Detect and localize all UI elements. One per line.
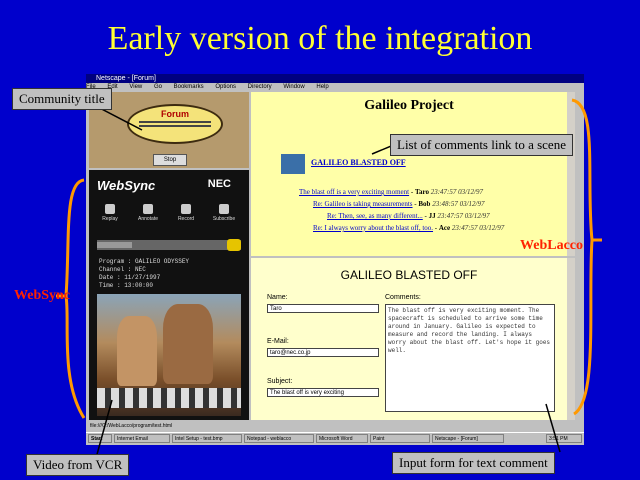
comment-author: Bob — [418, 200, 431, 208]
taskbar-item[interactable]: Paint — [370, 434, 430, 443]
taskbar-item[interactable]: Intel Setup - test.bmp — [172, 434, 242, 443]
comment-list-scrollbar[interactable] — [567, 92, 575, 256]
comment-link[interactable]: Re: Then, see, as many different... — [327, 212, 423, 220]
program-info-line: Channel : NEC — [99, 266, 146, 273]
record-button[interactable]: Record — [173, 204, 199, 222]
comment-date: 23:47:57 03/12/97 — [430, 188, 484, 196]
menu-view[interactable]: View — [129, 84, 142, 90]
websync-logo: WebSync NEC — [97, 178, 241, 194]
video-person — [117, 316, 157, 386]
program-info-line: Program : GALILEO ODYSSEY — [99, 258, 190, 265]
comments-label: Comments: — [385, 294, 421, 301]
annotate-label: Annotate — [137, 216, 159, 222]
replay-label: Replay — [102, 216, 118, 222]
annotate-button[interactable]: Annotate — [135, 204, 161, 222]
callout-input-form: Input form for text comment — [392, 452, 555, 474]
comment-item: The blast off is a very exciting moment … — [299, 188, 484, 196]
comment-form-frame: GALILEO BLASTED OFF Name: Taro E-Mail: t… — [251, 258, 575, 420]
email-field[interactable]: taro@nec.co.jp — [267, 348, 379, 357]
slide-title: Early version of the integration — [107, 20, 533, 57]
taskbar-item-active[interactable]: Netscape - [Forum] — [432, 434, 504, 443]
program-info-line: Time : 13:00:00 — [99, 282, 154, 289]
video-frame[interactable] — [97, 294, 241, 416]
comment-date: 23:47:57 03/12/97 — [437, 212, 490, 220]
subject-field[interactable]: The blast off is very exciting — [267, 388, 379, 397]
menu-directory[interactable]: Directory — [248, 84, 272, 90]
replay-button[interactable]: Replay — [97, 204, 123, 222]
comment-item: Re: Galileo is taking measurements - Bob… — [313, 200, 485, 208]
comment-link[interactable]: Re: Galileo is taking measurements — [313, 200, 413, 208]
menu-go[interactable]: Go — [154, 84, 162, 90]
callout-comments-link: List of comments link to a scene — [390, 134, 573, 156]
subscribe-label: Subscribe — [212, 216, 236, 222]
forum-logo-text: Forum — [161, 109, 189, 119]
comment-author: Taro — [414, 188, 429, 196]
taskbar-item[interactable]: Notepad - weblacco — [244, 434, 314, 443]
browser-window: Netscape - [Forum] File Edit View Go Boo… — [86, 74, 584, 445]
playback-slider-knob[interactable] — [227, 239, 241, 251]
comment-link[interactable]: Re: I always worry about the blast off, … — [313, 224, 433, 232]
subject-label: Subject: — [267, 378, 293, 385]
comment-form-scrollbar[interactable] — [567, 258, 575, 420]
name-field[interactable]: Taro — [267, 304, 379, 313]
menu-bookmarks[interactable]: Bookmarks — [174, 84, 204, 90]
comment-author: Ace — [438, 224, 451, 232]
topic-thumbnail-icon[interactable] — [281, 154, 305, 174]
forum-logo[interactable]: Forum — [127, 104, 223, 144]
callout-community-title: Community title — [12, 88, 112, 110]
comment-date: 23:48:57 03/12/97 — [432, 200, 485, 208]
menu-help[interactable]: Help — [316, 84, 328, 90]
topic-link[interactable]: GALILEO BLASTED OFF — [311, 158, 406, 167]
taskbar-item[interactable]: Microsoft Word — [316, 434, 368, 443]
taskbar: Start Internet Email Intel Setup - test.… — [86, 432, 584, 445]
weblacco-label: WebLacco — [520, 238, 583, 253]
subscribe-icon — [219, 204, 229, 214]
annotate-icon — [143, 204, 153, 214]
email-label: E-Mail: — [267, 338, 289, 345]
menu-window[interactable]: Window — [283, 84, 304, 90]
stop-button[interactable]: Stop — [153, 154, 187, 166]
menu-bar: File Edit View Go Bookmarks Options Dire… — [86, 83, 584, 92]
program-info: Program : GALILEO ODYSSEY Channel : NEC … — [99, 258, 239, 290]
comment-list-frame: Galileo Project GALILEO BLASTED OFF The … — [251, 92, 575, 256]
comments-textarea[interactable]: The blast off is very exciting moment. T… — [385, 304, 555, 412]
comment-date: 23:47:57 03/12/97 — [451, 224, 505, 232]
video-railing — [97, 388, 241, 408]
record-label: Record — [177, 216, 195, 222]
comment-item: Re: Then, see, as many different... - JJ… — [327, 212, 490, 220]
record-icon — [181, 204, 191, 214]
program-info-line: Date : 11/27/1997 — [99, 274, 161, 281]
playback-slider[interactable] — [97, 239, 241, 251]
comment-link[interactable]: The blast off is a very exciting moment — [299, 188, 409, 196]
playback-slider-fill — [97, 242, 132, 248]
galileo-heading: Galileo Project — [364, 98, 454, 113]
status-bar: file:///C:/WebLacco/program/test.html — [86, 422, 584, 431]
menu-options[interactable]: Options — [215, 84, 236, 90]
start-button[interactable]: Start — [88, 434, 112, 443]
video-person — [163, 304, 213, 384]
form-heading: GALILEO BLASTED OFF — [340, 268, 478, 282]
websync-toolbar: Replay Annotate Record Subscribe — [97, 204, 241, 226]
taskbar-clock: 3:51 PM — [546, 434, 582, 443]
nec-logo: NEC — [207, 178, 231, 190]
subscribe-button[interactable]: Subscribe — [211, 204, 237, 222]
window-titlebar: Netscape - [Forum] — [86, 74, 584, 83]
websync-logo-text: WebSync — [97, 178, 156, 193]
taskbar-item[interactable]: Internet Email — [114, 434, 170, 443]
community-title-frame: Forum Stop — [89, 92, 249, 168]
forum-logo-line — [139, 121, 211, 123]
comment-item: Re: I always worry about the blast off, … — [313, 224, 505, 232]
replay-icon — [105, 204, 115, 214]
name-label: Name: — [267, 294, 288, 301]
websync-frame: WebSync NEC Replay Annotate Record Subsc… — [89, 170, 249, 420]
callout-video-from-vcr: Video from VCR — [26, 454, 130, 476]
websync-label: WebSync — [14, 288, 71, 303]
forum-logo-line — [139, 125, 211, 127]
comment-author: JJ — [428, 212, 436, 220]
